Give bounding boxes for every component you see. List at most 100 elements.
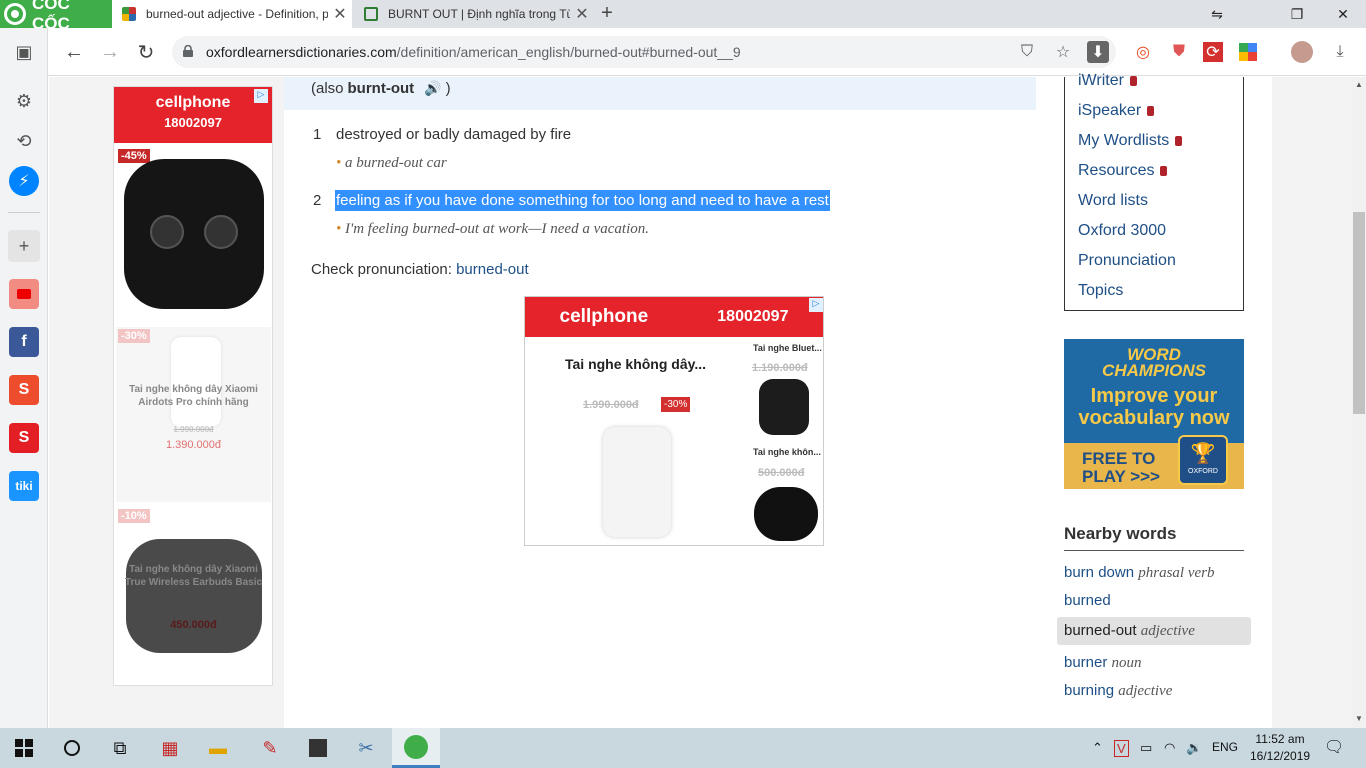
adchoices-icon[interactable]: ▷ xyxy=(254,89,268,103)
snipping-tool-icon[interactable]: ✂ xyxy=(344,728,388,768)
shield-icon[interactable]: ⛉ xyxy=(1015,40,1039,64)
youtube-icon[interactable] xyxy=(9,279,39,309)
left-ad-item[interactable]: -10% Tai nghe không dây Xiaomi True Wire… xyxy=(116,507,271,683)
clock-date: 16/12/2019 xyxy=(1250,749,1311,763)
sense-number: 2 xyxy=(313,192,322,209)
clock[interactable]: 11:52 am 16/12/2019 xyxy=(1250,731,1310,765)
restore-tabs-icon[interactable]: ⇋ xyxy=(1194,0,1240,28)
speaker-icon[interactable]: 🔊 xyxy=(424,80,441,97)
wifi-icon[interactable]: ◠ xyxy=(1164,740,1175,756)
address-bar[interactable]: oxfordlearnersdictionaries.com/definitio… xyxy=(172,36,1116,68)
side-product-old-price: 500.000đ xyxy=(758,467,805,479)
tab-active[interactable]: burned-out adjective - Definition, p ✕ xyxy=(112,0,352,28)
close-window-icon[interactable]: ✕ xyxy=(1320,0,1366,28)
new-tab-icon[interactable]: + xyxy=(596,2,618,26)
nearby-word[interactable]: burning adjective xyxy=(1064,682,1172,700)
sticky-notes-icon[interactable] xyxy=(296,728,340,768)
product-name: Tai nghe không dây Xiaomi True Wireless … xyxy=(124,564,263,588)
word-champions-ad[interactable]: WORD CHAMPIONS Improve your vocabulary n… xyxy=(1064,339,1244,489)
settings-icon[interactable]: ⚙ xyxy=(8,85,40,117)
left-ad-item[interactable]: -45% xyxy=(116,147,271,327)
left-ad[interactable]: cellphone 18002097 ▷ -45% -30% Tai nghe … xyxy=(113,86,273,686)
nearby-word[interactable]: burn down phrasal verb xyxy=(1064,564,1214,582)
file-explorer-icon[interactable]: ▬ xyxy=(196,728,240,768)
earbuds-case-image xyxy=(126,539,262,653)
example-text: a burned-out car xyxy=(345,155,447,171)
earbuds-case-image xyxy=(124,159,264,309)
word-champions-logo: WORD CHAMPIONS xyxy=(1102,345,1206,380)
scroll-up-icon[interactable]: ▲ xyxy=(1353,80,1365,90)
center-ad-brand: cellphone xyxy=(559,306,649,327)
extension-shield-icon[interactable]: ⛊ xyxy=(1167,40,1191,64)
sidebar-toggle-icon[interactable]: ▣ xyxy=(8,36,40,68)
paint-icon[interactable]: ✎ xyxy=(248,728,292,768)
reload-icon[interactable]: ↻ xyxy=(130,36,162,68)
also-suffix: ) xyxy=(445,80,451,97)
tab-inactive[interactable]: BURNT OUT | Định nghĩa trong Từ ✕ xyxy=(354,0,594,28)
history-icon[interactable]: ⟲ xyxy=(8,125,40,157)
back-icon[interactable]: ← xyxy=(58,36,90,68)
check-pronunciation-link[interactable]: burned-out xyxy=(456,261,529,278)
coccoc-taskbar-icon[interactable] xyxy=(392,728,440,768)
menu-item-resources[interactable]: Resources xyxy=(1078,162,1168,180)
tab-close-icon[interactable]: ✕ xyxy=(570,4,594,24)
lock-icon[interactable] xyxy=(182,45,194,57)
url-host: oxfordlearnersdictionaries.com xyxy=(206,44,397,60)
nearby-word-current[interactable]: burned-out adjective xyxy=(1064,622,1195,640)
menu-item-oxford-3000[interactable]: Oxford 3000 xyxy=(1078,222,1166,240)
facebook-icon[interactable]: f xyxy=(9,327,39,357)
windows-start-icon[interactable] xyxy=(2,728,46,768)
tab-title: burned-out adjective - Definition, p xyxy=(146,7,328,21)
battery-icon[interactable]: ▭ xyxy=(1140,740,1152,756)
left-ad-phone: 18002097 xyxy=(164,115,222,130)
adchoices-icon[interactable]: ▷ xyxy=(809,298,823,312)
extension-chrome-icon[interactable]: ◎ xyxy=(1131,40,1155,64)
center-ad[interactable]: cellphone 18002097 ▷ Tai nghe không dây.… xyxy=(524,296,824,546)
menu-item-my-wordlists[interactable]: My Wordlists xyxy=(1078,132,1183,150)
check-pronunciation: Check pronunciation: burned-out xyxy=(311,261,529,278)
menu-item-pronunciation[interactable]: Pronunciation xyxy=(1078,252,1176,270)
extension-sync-icon[interactable]: ⟳ xyxy=(1203,42,1223,62)
language-indicator[interactable]: ENG xyxy=(1212,740,1238,754)
task-view-icon[interactable]: ⧉ xyxy=(98,728,142,768)
browser-brand-menu[interactable]: CỐC CỐC xyxy=(0,0,112,33)
menu-item-word-lists[interactable]: Word lists xyxy=(1078,192,1148,210)
discount-badge: -10% xyxy=(118,509,150,523)
downloads-icon[interactable]: ⤓ xyxy=(1328,40,1352,64)
tray-expand-icon[interactable]: ⌃ xyxy=(1092,740,1103,756)
center-ad-badge: -30% xyxy=(661,397,691,412)
shopee-icon[interactable]: S xyxy=(9,375,39,405)
airdots-pro-image xyxy=(603,427,671,537)
sendo-icon[interactable]: S xyxy=(9,423,39,453)
left-ad-item[interactable]: -30% Tai nghe không dây Xiaomi Airdots P… xyxy=(116,327,271,502)
avatar[interactable] xyxy=(1291,41,1313,63)
forward-icon[interactable]: → xyxy=(94,36,126,68)
nearby-word[interactable]: burned xyxy=(1064,592,1111,609)
menu-item-iwriter[interactable]: iWriter xyxy=(1078,72,1137,90)
lock-icon xyxy=(1175,135,1183,146)
lock-icon xyxy=(1160,165,1168,176)
bookmark-star-icon[interactable]: ☆ xyxy=(1051,40,1075,64)
menu-item-topics[interactable]: Topics xyxy=(1078,282,1123,300)
sense-definition: destroyed or badly damaged by fire xyxy=(336,126,572,143)
side-product-old-price: 1.190.000đ xyxy=(752,362,808,374)
download-video-icon[interactable]: ⬇ xyxy=(1087,41,1109,63)
nearby-word[interactable]: burner noun xyxy=(1064,654,1142,672)
notification-icon[interactable]: 🗨 xyxy=(1324,737,1344,757)
sense-definition-selected: feeling as if you have done something fo… xyxy=(335,190,830,211)
scroll-down-icon[interactable]: ▼ xyxy=(1353,714,1365,724)
volume-icon[interactable]: 🔉 xyxy=(1186,740,1202,756)
tiki-icon[interactable]: tiki xyxy=(9,471,39,501)
tab-close-icon[interactable]: ✕ xyxy=(328,4,352,24)
app-icon[interactable]: ▦ xyxy=(148,728,192,768)
left-ad-brand: cellphone xyxy=(155,94,231,111)
menu-item-ispeaker[interactable]: iSpeaker xyxy=(1078,102,1155,120)
maximize-icon[interactable]: ❐ xyxy=(1274,0,1320,28)
add-app-icon[interactable]: + xyxy=(8,230,40,262)
scrollbar-thumb[interactable] xyxy=(1353,212,1365,414)
unikey-icon[interactable]: V xyxy=(1114,740,1129,757)
extension-grid-icon[interactable] xyxy=(1239,43,1257,61)
messenger-icon[interactable]: ⚡ xyxy=(9,166,39,196)
search-icon[interactable] xyxy=(50,728,94,768)
lock-icon xyxy=(1147,105,1155,116)
